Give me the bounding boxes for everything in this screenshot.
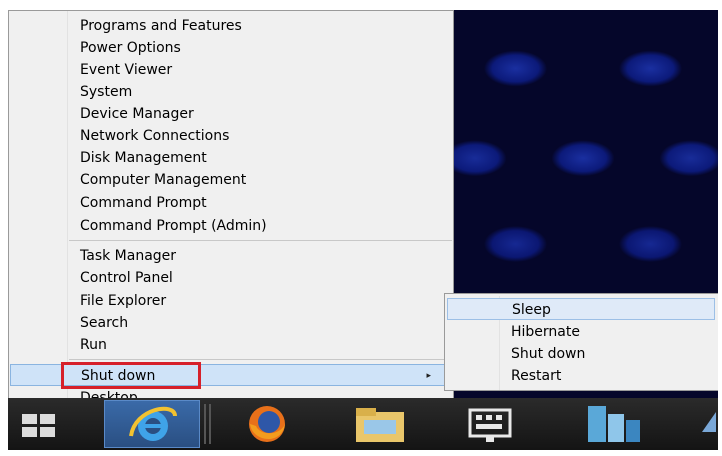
- menu-item-run[interactable]: Run: [10, 334, 452, 356]
- submenu-item-label: Hibernate: [511, 324, 580, 340]
- taskbar-server-manager[interactable]: [582, 400, 644, 448]
- taskbar-overflow-item[interactable]: [698, 400, 718, 448]
- menu-item-label: Power Options: [80, 40, 181, 56]
- menu-item-file-explorer[interactable]: File Explorer: [10, 290, 452, 312]
- submenu-item-label: Sleep: [512, 302, 551, 318]
- menu-item-label: Task Manager: [80, 248, 177, 264]
- menu-item-device-manager[interactable]: Device Manager: [10, 103, 452, 125]
- server-manager-icon: [588, 406, 640, 442]
- file-explorer-icon: [356, 408, 404, 442]
- taskbar-divider: [209, 404, 211, 444]
- menu-item-label: Run: [80, 337, 107, 353]
- submenu-arrow-icon: ▸: [426, 371, 431, 381]
- menu-item-label: Computer Management: [80, 172, 247, 188]
- submenu-item-label: Restart: [511, 368, 562, 384]
- menu-item-label: Search: [80, 315, 129, 331]
- menu-item-network-connections[interactable]: Network Connections: [10, 125, 452, 147]
- menu-item-command-prompt-admin[interactable]: Command Prompt (Admin): [10, 215, 452, 237]
- menu-item-task-manager[interactable]: Task Manager: [10, 245, 452, 267]
- menu-item-programs-and-features[interactable]: Programs and Features: [10, 15, 452, 37]
- menu-item-label: File Explorer: [80, 293, 167, 309]
- taskbar-internet-explorer[interactable]: [104, 400, 200, 448]
- app-icon: [702, 412, 716, 432]
- firefox-icon: [249, 406, 285, 442]
- menu-item-label: Event Viewer: [80, 62, 173, 78]
- menu-item-label: Network Connections: [80, 128, 230, 144]
- taskbar: [8, 398, 718, 450]
- menu-item-disk-management[interactable]: Disk Management: [10, 147, 452, 169]
- callout-highlight-box: [61, 362, 201, 389]
- submenu-item-shut-down[interactable]: Shut down: [447, 343, 715, 365]
- submenu-item-label: Shut down: [511, 346, 586, 362]
- menu-item-label: Command Prompt (Admin): [80, 218, 267, 234]
- winx-context-menu: Programs and Features Power Options Even…: [8, 10, 454, 406]
- menu-item-control-panel[interactable]: Control Panel: [10, 267, 452, 289]
- menu-item-command-prompt[interactable]: Command Prompt: [10, 192, 452, 214]
- taskbar-file-explorer[interactable]: [348, 400, 410, 448]
- keyboard-icon: [468, 408, 512, 442]
- menu-item-label: Disk Management: [80, 150, 207, 166]
- menu-item-power-options[interactable]: Power Options: [10, 37, 452, 59]
- menu-item-label: Command Prompt: [80, 195, 207, 211]
- menu-item-computer-management[interactable]: Computer Management: [10, 169, 452, 191]
- windows-start-icon: [22, 414, 56, 438]
- submenu-item-restart[interactable]: Restart: [447, 365, 715, 387]
- screenshot-frame: Programs and Features Power Options Even…: [8, 10, 718, 450]
- menu-item-label: Device Manager: [80, 106, 194, 122]
- menu-item-search[interactable]: Search: [10, 312, 452, 334]
- menu-item-label: Control Panel: [80, 270, 173, 286]
- start-button[interactable]: [8, 400, 70, 448]
- taskbar-on-screen-keyboard[interactable]: [460, 400, 522, 448]
- menu-item-system[interactable]: System: [10, 81, 452, 103]
- shutdown-submenu: Sleep Hibernate Shut down Restart: [444, 293, 718, 391]
- menu-separator: [69, 359, 452, 360]
- menu-item-label: System: [80, 84, 133, 100]
- menu-item-label: Programs and Features: [80, 18, 242, 34]
- internet-explorer-icon: [129, 406, 177, 441]
- submenu-item-hibernate[interactable]: Hibernate: [447, 321, 715, 343]
- menu-separator: [69, 240, 452, 241]
- taskbar-divider: [204, 404, 206, 444]
- submenu-item-sleep[interactable]: Sleep: [447, 298, 715, 320]
- menu-item-event-viewer[interactable]: Event Viewer: [10, 59, 452, 81]
- taskbar-firefox[interactable]: [236, 400, 298, 448]
